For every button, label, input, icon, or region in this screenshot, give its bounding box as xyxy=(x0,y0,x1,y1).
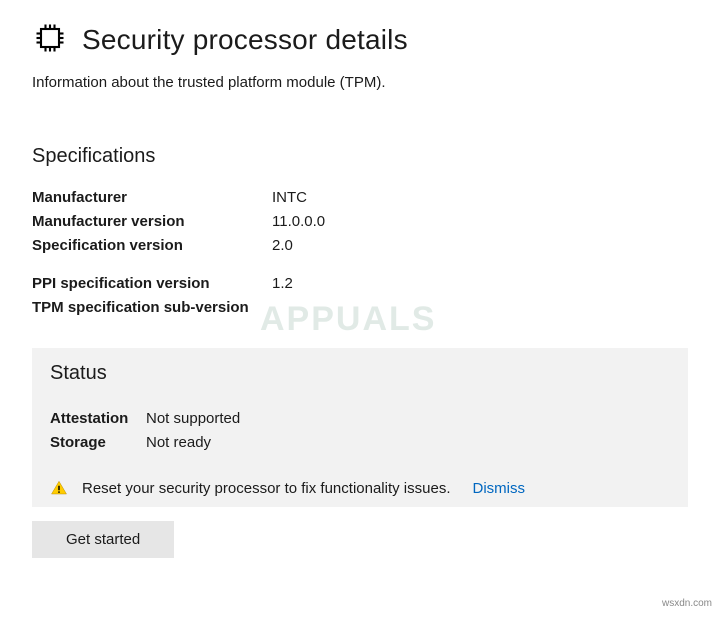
spec-group-2: PPI specification version 1.2 TPM specif… xyxy=(32,272,688,320)
alert-row: Reset your security processor to fix fun… xyxy=(50,479,670,497)
page-header: Security processor details xyxy=(32,20,688,60)
spec-row: Manufacturer INTC xyxy=(32,186,688,210)
get-started-button[interactable]: Get started xyxy=(32,521,174,558)
page-title: Security processor details xyxy=(82,24,408,56)
specifications-section: Specifications Manufacturer INTC Manufac… xyxy=(32,145,688,320)
dismiss-link[interactable]: Dismiss xyxy=(472,480,525,497)
footer-attribution: wsxdn.com xyxy=(662,598,712,609)
specs-heading: Specifications xyxy=(32,145,688,168)
spec-group-1: Manufacturer INTC Manufacturer version 1… xyxy=(32,186,688,258)
page-subtitle: Information about the trusted platform m… xyxy=(32,74,688,91)
status-panel: Status Attestation Not supported Storage… xyxy=(32,348,688,507)
spec-row: Specification version 2.0 xyxy=(32,234,688,258)
status-label: Storage xyxy=(50,431,146,455)
status-rows: Attestation Not supported Storage Not re… xyxy=(50,407,670,455)
status-value: Not ready xyxy=(146,431,211,455)
status-row: Attestation Not supported xyxy=(50,407,670,431)
spec-value: 2.0 xyxy=(272,234,293,258)
status-label: Attestation xyxy=(50,407,146,431)
spec-row: Manufacturer version 11.0.0.0 xyxy=(32,210,688,234)
spec-row: TPM specification sub-version xyxy=(32,296,688,320)
status-heading: Status xyxy=(50,362,670,385)
spec-label: PPI specification version xyxy=(32,272,272,296)
status-value: Not supported xyxy=(146,407,240,431)
spec-value: 1.2 xyxy=(272,272,293,296)
warning-icon xyxy=(50,479,68,497)
spec-label: TPM specification sub-version xyxy=(32,296,272,320)
spec-value: INTC xyxy=(272,186,307,210)
spec-label: Manufacturer xyxy=(32,186,272,210)
alert-text: Reset your security processor to fix fun… xyxy=(82,480,450,497)
spec-label: Specification version xyxy=(32,234,272,258)
spec-row: PPI specification version 1.2 xyxy=(32,272,688,296)
spec-label: Manufacturer version xyxy=(32,210,272,234)
spec-value: 11.0.0.0 xyxy=(272,210,325,234)
chip-icon xyxy=(32,20,68,60)
status-row: Storage Not ready xyxy=(50,431,670,455)
